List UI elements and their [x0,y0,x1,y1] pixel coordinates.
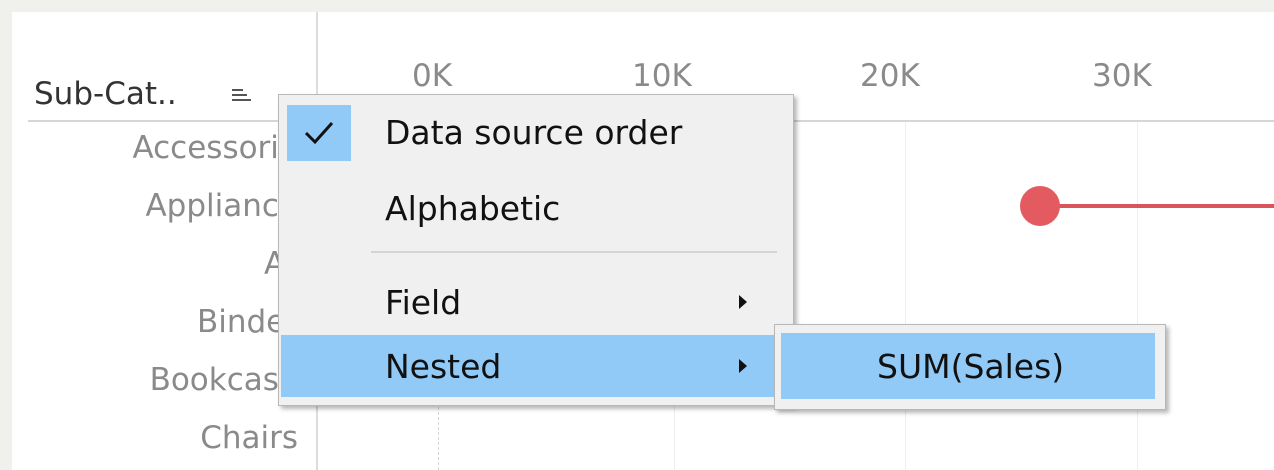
menu-item-label: Alphabetic [385,189,561,228]
checkmark-icon [287,105,351,161]
axis-tick-label: 20K [860,58,920,94]
sort-context-menu: Data source order Alphabetic Field Neste… [278,94,794,406]
submenu-arrow-icon [739,359,747,373]
menu-item-label: Field [385,283,462,322]
menu-item-nested[interactable]: Nested [281,335,791,397]
gridline [1137,122,1138,470]
lollipop-bar-appliances[interactable] [1055,204,1274,208]
menu-item-label: Nested [385,347,502,386]
submenu-item-sum-sales[interactable]: SUM(Sales) [781,333,1155,399]
row-label-appliances[interactable]: Appliance [145,188,298,224]
axis-tick-label: 10K [632,58,692,94]
menu-item-label: Data source order [385,113,683,152]
menu-item-alphabetic[interactable]: Alphabetic [281,177,791,239]
gridline [905,122,906,470]
nested-submenu: SUM(Sales) [774,324,1166,410]
sort-descending-icon[interactable] [228,82,254,108]
axis-tick-label: 0K [412,58,453,94]
menu-separator [371,251,777,253]
row-label-chairs[interactable]: Chairs [200,420,298,456]
subcategory-header[interactable]: Sub-Cat.. [34,76,177,112]
row-label-bookcases[interactable]: Bookcase [150,362,298,398]
row-label-accessories[interactable]: Accessorie [132,130,298,166]
submenu-arrow-icon [739,295,747,309]
axis-tick-label: 30K [1092,58,1152,94]
submenu-item-label: SUM(Sales) [877,347,1065,386]
menu-item-data-source-order[interactable]: Data source order [281,101,791,163]
menu-item-field[interactable]: Field [281,271,791,333]
lollipop-dot-appliances[interactable] [1020,186,1060,226]
